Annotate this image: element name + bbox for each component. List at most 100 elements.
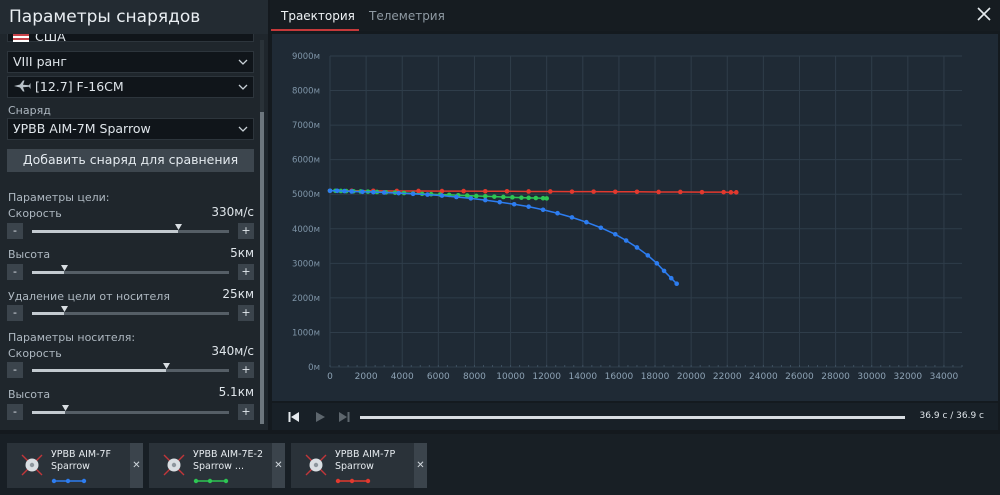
data-point	[327, 188, 333, 194]
data-point	[482, 188, 488, 194]
decrease-button[interactable]: -	[7, 223, 23, 239]
carrier-speed-value: 340м/с	[211, 344, 254, 358]
target-altitude-value: 5км	[230, 246, 254, 260]
decrease-button[interactable]: -	[7, 264, 23, 280]
data-point	[654, 261, 660, 266]
data-point	[439, 193, 445, 198]
legend-dot	[335, 478, 341, 484]
decrease-button[interactable]: -	[7, 404, 23, 420]
slider-fill	[32, 369, 166, 372]
carrier-altitude-label: Высота	[8, 388, 51, 401]
play-icon[interactable]	[314, 411, 326, 423]
data-point	[661, 268, 667, 274]
data-point	[511, 201, 517, 207]
card-projectile-name: УРВВ AIM-7F Sparrow	[51, 449, 112, 472]
chevron-down-icon	[238, 84, 248, 90]
data-point	[623, 238, 629, 243]
scrollbar-thumb[interactable]	[260, 112, 264, 424]
carrier-altitude-slider[interactable]: - +	[7, 404, 254, 420]
data-point	[482, 197, 488, 203]
vehicle-select[interactable]: [12.7] F-16CM	[7, 76, 254, 98]
close-icon[interactable]	[976, 6, 992, 22]
slider-track[interactable]	[32, 265, 229, 274]
card-close-button[interactable]: ✕	[272, 443, 285, 488]
playback-progress[interactable]	[360, 416, 905, 419]
trajectory-chart-svg: 0м 1000м 2000м 3000м 4000м 5000м 6000м 7000м 800…	[292, 52, 963, 382]
chevron-down-icon	[238, 59, 248, 65]
country-select[interactable]: США	[7, 34, 254, 44]
projectile-card[interactable]: УРВВ AIM-7P Sparrow ✕	[291, 443, 427, 488]
data-point	[569, 215, 575, 220]
slider-thumb[interactable]	[62, 405, 70, 412]
x-tick-label: 16000	[605, 372, 634, 382]
data-point	[461, 188, 466, 194]
params-scroll-area[interactable]: США VIII ранг [12.7] F-16CM Снаряд УРВВ …	[0, 34, 268, 430]
data-point	[519, 195, 524, 200]
data-point	[733, 190, 739, 195]
data-point	[544, 196, 549, 201]
tab-trajectory[interactable]: Траектория	[281, 9, 355, 23]
data-point	[634, 245, 640, 250]
legend-dot	[65, 478, 71, 484]
slider-thumb[interactable]	[60, 306, 68, 313]
data-point	[555, 210, 560, 216]
data-point	[342, 188, 347, 194]
add-projectile-button[interactable]: Добавить снаряд для сравнения	[7, 149, 254, 172]
target-distance-slider[interactable]: - +	[7, 305, 254, 321]
data-point	[501, 194, 506, 200]
increase-button[interactable]: +	[238, 264, 254, 280]
card-close-button[interactable]: ✕	[130, 443, 143, 488]
data-point	[591, 189, 596, 194]
data-point	[674, 281, 679, 287]
data-point	[645, 253, 651, 258]
slider-track[interactable]	[32, 363, 229, 372]
card-close-button[interactable]: ✕	[414, 443, 427, 488]
decrease-button[interactable]: -	[7, 362, 23, 378]
tab-telemetry[interactable]: Телеметрия	[369, 9, 445, 23]
scrollbar[interactable]	[260, 40, 264, 424]
increase-button[interactable]: +	[238, 223, 254, 239]
slider-track[interactable]	[32, 224, 229, 233]
target-speed-slider[interactable]: - +	[7, 223, 254, 239]
rank-select[interactable]: VIII ранг	[7, 51, 254, 73]
data-point	[569, 189, 575, 194]
data-point	[416, 188, 421, 194]
slider-thumb[interactable]	[174, 224, 182, 231]
data-point	[634, 189, 640, 195]
projectile-card[interactable]: УРВВ AIM-7F Sparrow ✕	[7, 443, 143, 488]
x-tick-label: 32000	[894, 372, 923, 382]
target-speed-label: Скорость	[8, 207, 62, 220]
target-speed-value: 330м/с	[211, 205, 254, 219]
data-point	[510, 195, 515, 200]
legend-dot	[81, 478, 87, 484]
data-point	[540, 207, 546, 213]
slider-track[interactable]	[32, 405, 229, 414]
slider-track[interactable]	[32, 306, 229, 315]
legend-dot	[365, 478, 371, 484]
increase-button[interactable]: +	[238, 362, 254, 378]
slider-thumb[interactable]	[60, 265, 68, 272]
carrier-altitude-value: 5.1км	[218, 385, 254, 399]
increase-button[interactable]: +	[238, 404, 254, 420]
increase-button[interactable]: +	[238, 305, 254, 321]
card-projectile-name: УРВВ AIM-7P Sparrow	[335, 449, 396, 472]
data-point	[584, 219, 589, 225]
y-tick-label: 8000м	[292, 87, 320, 97]
data-point	[334, 188, 340, 194]
carrier-speed-slider[interactable]: - +	[7, 362, 254, 378]
decrease-button[interactable]: -	[7, 305, 23, 321]
slider-thumb[interactable]	[162, 363, 170, 370]
data-point	[410, 191, 416, 197]
series-line	[330, 190, 678, 285]
x-tick-label: 6000	[427, 372, 450, 382]
x-tick-label: 0	[327, 372, 333, 382]
projectile-select[interactable]: УРВВ AIM-7M Sparrow	[7, 118, 254, 140]
y-tick-label: 4000м	[292, 225, 320, 235]
missile-icon	[305, 454, 327, 476]
projectile-card[interactable]: УРВВ AIM-7E-2 Sparrow ... ✕	[149, 443, 285, 488]
skip-forward-icon[interactable]	[338, 411, 350, 423]
target-altitude-slider[interactable]: - +	[7, 264, 254, 280]
slider-fill	[32, 411, 66, 414]
legend-dot	[193, 478, 199, 484]
skip-back-icon[interactable]	[288, 411, 300, 423]
